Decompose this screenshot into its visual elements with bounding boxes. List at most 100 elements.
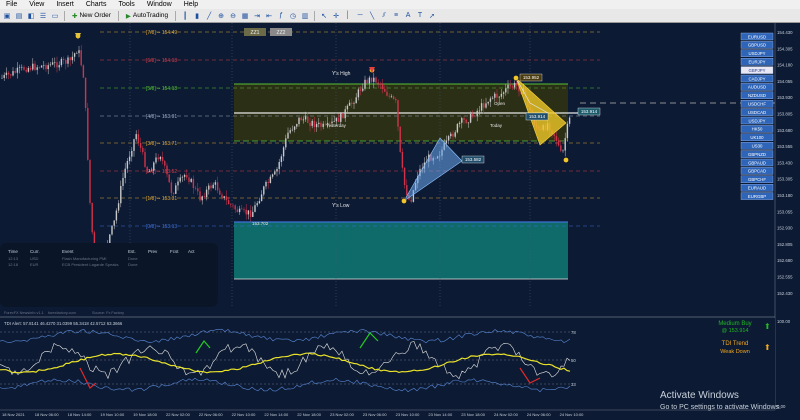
price-tick-3: 154.055 [777,79,793,84]
chart-canvas[interactable]: [7/8] -- 154.49 [6/8] -- 154.18 [5/8] -- 1… [0,23,800,420]
candle-body [320,122,322,127]
candle-body [12,71,14,76]
candle-body [298,117,300,125]
murrey-label-0: [7/8] -- 154.49 [146,30,177,36]
arrows-icon[interactable]: ➚ [427,11,437,21]
menu-file[interactable]: File [0,0,23,9]
chart-shift-icon[interactable]: ⇤ [264,11,274,21]
candle-body [399,126,401,152]
bar-chart-icon[interactable]: ┃ [180,11,190,21]
fibonacci-icon[interactable]: ≡ [391,11,401,21]
candle-body [241,208,243,210]
chart-window[interactable]: [7/8] -- 154.49 [6/8] -- 154.18 [5/8] -- 1… [0,23,800,420]
candle-body [304,116,307,120]
trendline-icon[interactable]: ╲ [367,11,377,21]
price-tick-1: 154.305 [777,46,793,51]
menu-view[interactable]: View [23,0,50,9]
candle-body [175,185,177,194]
news-cell-0-1: USD [30,256,39,261]
vertical-line-icon[interactable]: │ [343,11,353,21]
teal-zone [234,222,568,279]
menu-tools[interactable]: Tools [112,0,140,9]
candle-body [553,133,555,137]
tab-label-zz2: ZZ2 [277,30,286,36]
candle-body [190,178,192,182]
candle-body [293,126,296,130]
time-tick-2: 18 Nov 14:00 [68,412,93,417]
zoom-in-icon[interactable]: ⊕ [216,11,226,21]
candle-body [214,182,217,185]
candle-body [307,116,309,123]
text-tool-icon[interactable]: A [403,11,413,21]
symbol-label-0: EURUSD [748,34,766,39]
candle-body [342,113,344,119]
indicators-icon[interactable]: ƒ [276,11,286,21]
murrey-label-5: [2/8] -- 153.52 [146,169,177,175]
time-tick-5: 22 Nov 02:00 [166,412,191,417]
time-tick-10: 23 Nov 02:00 [330,412,355,417]
periods-icon[interactable]: ◷ [288,11,298,21]
pivot-marker-2 [563,157,569,163]
candle-body [62,58,65,61]
horizontal-line-icon[interactable]: ─ [355,11,365,21]
menu-insert[interactable]: Insert [50,0,80,9]
candle-body [263,186,265,195]
current-price-tag: 153.914 [581,109,598,114]
candle-body [131,150,133,157]
new-chart-icon[interactable]: ▣ [2,11,12,21]
menu-window[interactable]: Window [141,0,178,9]
candle-body [280,156,283,163]
candle-body [32,63,34,70]
new-order-button[interactable]: ✚ New Order [69,12,114,20]
symbol-label-9: USDCAD [748,110,766,115]
templates-icon[interactable]: ▥ [300,11,310,21]
candle-body [562,150,564,152]
tile-windows-icon[interactable]: ▦ [240,11,250,21]
candle-body [128,156,131,161]
candle-body [377,82,379,84]
candlestick-icon[interactable]: ▮ [192,11,202,21]
candle-body [265,181,267,187]
candle-body [447,136,450,141]
candle-body [485,103,487,108]
candle-body [351,102,353,104]
menu-help[interactable]: Help [178,0,204,9]
ys-low-label: Y's Low [332,203,350,209]
candle-body [340,113,342,122]
terminal-icon[interactable]: ▭ [50,11,60,21]
candle-body [137,134,140,144]
candle-body [23,66,25,70]
price-tick-2: 154.180 [777,63,793,68]
price-tick-11: 153.055 [777,209,793,214]
candle-body [87,107,89,160]
autoscroll-icon[interactable]: ⇥ [252,11,262,21]
crosshair-icon[interactable]: ✛ [331,11,341,21]
navigator-icon[interactable]: ☰ [38,11,48,21]
cursor-icon[interactable]: ↖ [319,11,329,21]
autotrading-button[interactable]: ▶ AutoTrading [123,12,171,20]
symbol-label-15: GBPAUD [748,160,766,165]
pattern-b-tag: 153.952 [523,75,540,80]
candle-body [225,196,228,201]
label-tool-icon[interactable]: T [415,11,425,21]
line-chart-icon[interactable]: ╱ [204,11,214,21]
candle-body [223,196,225,199]
murrey-label-7: [0/8] -- 153.13 [146,224,177,230]
candle-body [120,185,122,204]
market-watch-icon[interactable]: ◧ [26,11,36,21]
zoom-out-icon[interactable]: ⊖ [228,11,238,21]
menu-charts[interactable]: Charts [80,0,113,9]
candle-body [302,119,305,121]
tdi-axis-top: 100.00 [777,319,791,324]
pattern-a-tag: 153.582 [465,157,482,162]
channel-icon[interactable]: ⫽ [379,11,389,21]
symbol-label-6: AUDUSD [748,85,766,90]
candle-body [168,174,170,183]
symbol-label-14: GBPNZD [748,152,766,157]
candle-body [357,89,360,98]
tdi-trend-status: Weak Down [720,349,750,355]
candle-body [216,182,219,191]
profiles-icon[interactable]: ▤ [14,11,24,21]
symbol-label-17: GBPCHF [748,177,766,182]
candle-body [375,77,377,83]
